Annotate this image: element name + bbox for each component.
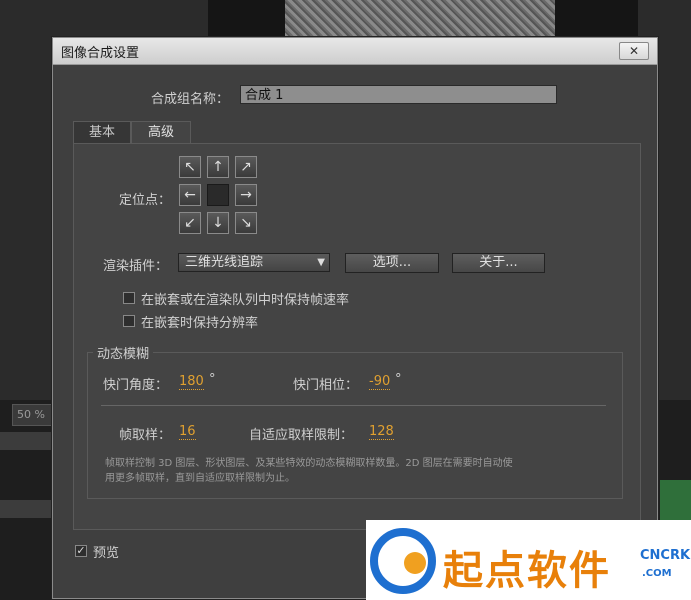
close-button[interactable]: ✕: [619, 42, 649, 60]
anchor-bottom[interactable]: ↓: [207, 212, 229, 234]
samples-label: 帧取样：: [119, 428, 172, 443]
anchor-top[interactable]: ↑: [207, 156, 229, 178]
description-line-1: 帧取样控制 3D 图层、形状图层、及某些特效的动态模糊取样数量。2D 图层在需要…: [105, 458, 513, 469]
shutter-angle-value[interactable]: 180: [179, 374, 204, 390]
logo-ring-icon: [370, 528, 436, 594]
anchor-center[interactable]: [207, 184, 229, 206]
tab-basic[interactable]: 基本: [73, 121, 131, 144]
dialog-title: 图像合成设置: [61, 46, 140, 61]
layer-color-bar: [660, 480, 691, 520]
motion-blur-title: 动态模糊: [93, 343, 154, 362]
zoom-dropdown[interactable]: 50 %: [12, 404, 54, 426]
about-button[interactable]: 关于...: [452, 253, 545, 273]
adaptive-label: 自适应取样限制：: [249, 428, 354, 443]
timeline-bar: [0, 432, 55, 450]
shutter-phase-value[interactable]: -90: [369, 374, 391, 390]
shutter-angle-unit: °: [209, 372, 216, 387]
description-line-2: 用更多帧取样，直到自适应取样限制为止。: [105, 473, 295, 484]
dropdown-arrow-icon: ▼: [317, 257, 325, 268]
composition-footage: [285, 0, 555, 40]
shutter-phase-unit: °: [395, 372, 402, 387]
preview-checkbox[interactable]: ✓: [75, 545, 87, 557]
renderer-label: 渲染插件：: [103, 259, 169, 274]
renderer-value: 三维光线追踪: [185, 255, 264, 270]
logo-cncrk: CNCRK: [640, 548, 691, 563]
preview-label: 预览: [93, 546, 120, 561]
anchor-top-right[interactable]: ↗: [235, 156, 257, 178]
dialog-titlebar[interactable]: 图像合成设置 ✕: [53, 38, 657, 65]
anchor-grid: ↖ ↑ ↗ ← → ↙ ↓ ↘: [179, 156, 259, 236]
resolution-label: 在嵌套时保持分辨率: [141, 316, 259, 331]
resolution-checkbox[interactable]: [123, 315, 135, 327]
logo-com: .COM: [642, 568, 672, 579]
composition-settings-dialog: 图像合成设置 ✕ 合成组名称： 合成 1 基本 高级 定位点： ↖ ↑ ↗ ← …: [52, 37, 658, 599]
frame-rate-checkbox[interactable]: [123, 292, 135, 304]
shutter-phase-label: 快门相位：: [293, 378, 359, 393]
anchor-bottom-right[interactable]: ↘: [235, 212, 257, 234]
samples-value[interactable]: 16: [179, 424, 196, 440]
logo-dot-icon: [404, 552, 426, 574]
anchor-label: 定位点：: [119, 193, 172, 208]
motion-blur-divider: [101, 405, 606, 406]
motion-blur-description: 帧取样控制 3D 图层、形状图层、及某些特效的动态模糊取样数量。2D 图层在需要…: [105, 456, 605, 486]
shutter-angle-label: 快门角度：: [103, 378, 169, 393]
logo-brand: 起点软件: [443, 548, 611, 594]
anchor-right[interactable]: →: [235, 184, 257, 206]
tab-advanced[interactable]: 高级: [131, 121, 191, 144]
renderer-select[interactable]: 三维光线追踪 ▼: [178, 253, 330, 272]
comp-name-input[interactable]: 合成 1: [240, 85, 557, 104]
anchor-top-left[interactable]: ↖: [179, 156, 201, 178]
comp-name-label: 合成组名称：: [151, 92, 230, 107]
frame-rate-label: 在嵌套或在渲染队列中时保持帧速率: [141, 293, 350, 308]
anchor-left[interactable]: ←: [179, 184, 201, 206]
adaptive-value[interactable]: 128: [369, 424, 394, 440]
anchor-bottom-left[interactable]: ↙: [179, 212, 201, 234]
options-button[interactable]: 选项...: [345, 253, 439, 273]
timeline-bar-2: [0, 500, 55, 518]
